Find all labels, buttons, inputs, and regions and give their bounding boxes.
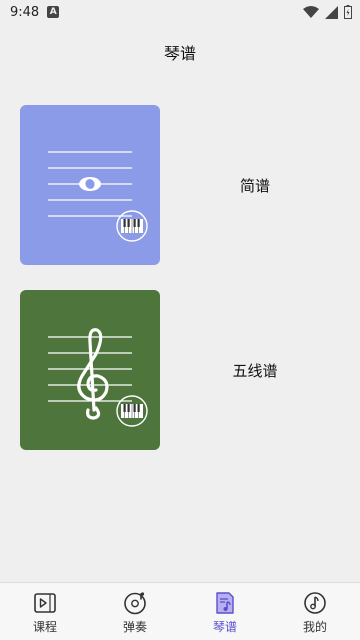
staff-notation-card[interactable] xyxy=(20,290,160,450)
profile-disc-icon xyxy=(304,592,326,614)
music-disc-icon xyxy=(124,592,146,615)
tab-label: 课程 xyxy=(32,620,57,634)
tab-sheet-music[interactable]: 琴谱 xyxy=(180,583,270,635)
sheet-music-icon xyxy=(216,592,234,614)
notification-icon: A xyxy=(47,6,60,18)
tab-play[interactable]: 弹奏 xyxy=(90,583,180,635)
status-time: 9:48 xyxy=(10,4,40,20)
treble-clef-staff-icon xyxy=(48,328,148,427)
treble-clef-icon xyxy=(77,328,109,420)
page-title: 琴谱 xyxy=(163,44,196,63)
jianpu-staff-icon xyxy=(48,151,148,242)
staff-notation-label[interactable]: 五线谱 xyxy=(180,360,330,381)
tab-profile[interactable]: 我的 xyxy=(270,583,360,635)
status-bar: 9:48 A xyxy=(0,0,360,24)
tab-label: 琴谱 xyxy=(212,620,237,634)
wifi-icon xyxy=(303,5,319,18)
tab-label: 我的 xyxy=(302,620,327,634)
bottom-tab-bar: 课程 弹奏 琴谱 我的 xyxy=(0,582,360,640)
tab-lessons[interactable]: 课程 xyxy=(0,583,90,635)
jianpu-label[interactable]: 简谱 xyxy=(180,175,330,196)
battery-icon xyxy=(344,5,352,19)
cell-signal-icon xyxy=(325,5,338,19)
tab-label: 弹奏 xyxy=(122,620,147,634)
play-lesson-icon xyxy=(34,593,56,613)
jianpu-card[interactable] xyxy=(20,105,160,265)
